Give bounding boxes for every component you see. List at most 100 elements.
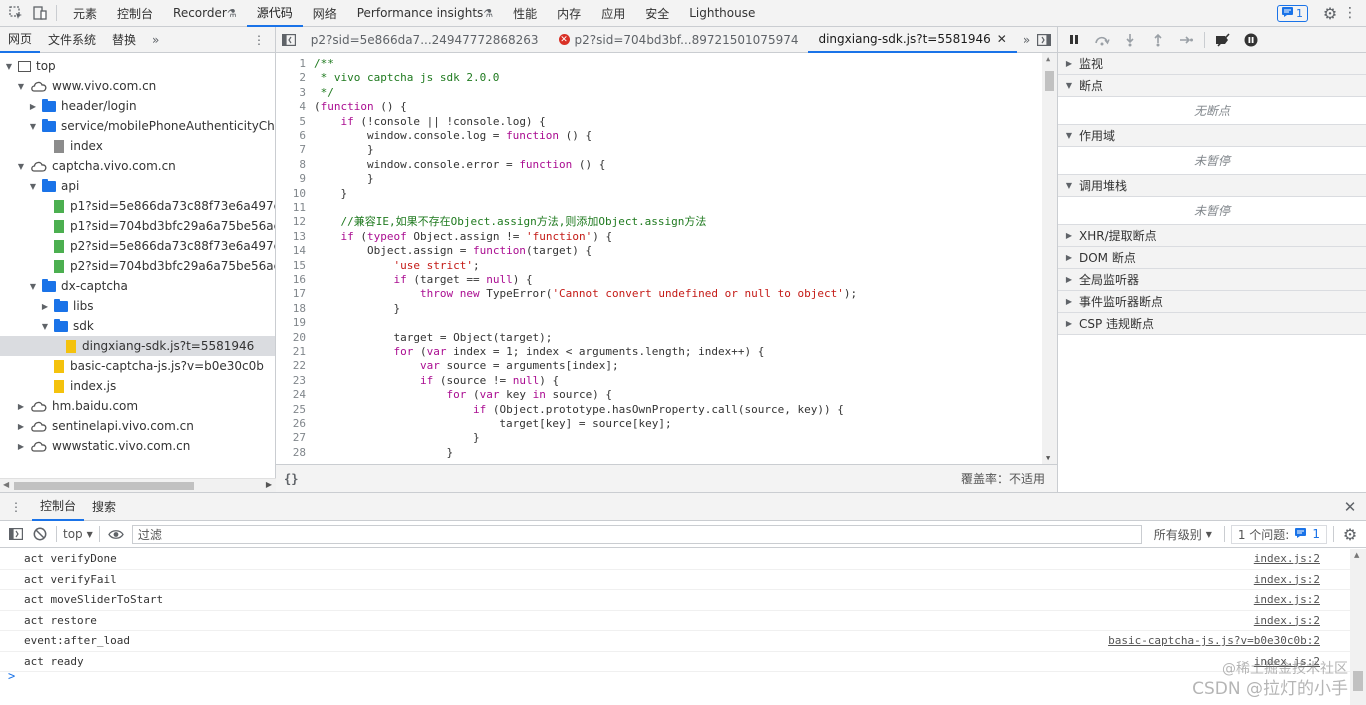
expanded-triangle-icon[interactable]: ▼: [4, 62, 14, 71]
step-into-icon[interactable]: [1120, 30, 1140, 50]
collapsed-triangle-icon[interactable]: ▶: [16, 402, 26, 411]
line-number[interactable]: 15: [276, 259, 314, 273]
settings-gear-icon[interactable]: ⚙: [1320, 3, 1340, 23]
panel-tab[interactable]: 应用: [591, 0, 635, 27]
console-message-source-link[interactable]: index.js:2: [1254, 552, 1320, 565]
panel-tab[interactable]: 元素: [63, 0, 107, 27]
collapsed-triangle-icon[interactable]: ▶: [16, 442, 26, 451]
debugger-section-header[interactable]: ▼ 作用域: [1058, 125, 1366, 147]
code-line[interactable]: 5 if (!console || !console.log) {: [276, 115, 1042, 129]
expanded-triangle-icon[interactable]: ▼: [28, 182, 38, 191]
line-number[interactable]: 13: [276, 230, 314, 244]
code-line[interactable]: 10 }: [276, 187, 1042, 201]
debugger-section-header[interactable]: ▶ 全局监听器: [1058, 269, 1366, 291]
line-number[interactable]: 21: [276, 345, 314, 359]
debugger-section-header[interactable]: ▶ 事件监听器断点: [1058, 291, 1366, 313]
debugger-section-header[interactable]: ▶ DOM 断点: [1058, 247, 1366, 269]
clear-console-icon[interactable]: [30, 524, 50, 544]
line-number[interactable]: 18: [276, 302, 314, 316]
code-line[interactable]: 27 }: [276, 431, 1042, 445]
line-number[interactable]: 6: [276, 129, 314, 143]
close-tab-icon[interactable]: ✕: [997, 32, 1007, 46]
line-number[interactable]: 8: [276, 158, 314, 172]
line-number[interactable]: 20: [276, 331, 314, 345]
close-drawer-icon[interactable]: ✕: [1340, 497, 1360, 517]
step-icon[interactable]: [1176, 30, 1196, 50]
line-number[interactable]: 1: [276, 57, 314, 71]
step-out-icon[interactable]: [1148, 30, 1168, 50]
issues-badge[interactable]: 1: [1277, 4, 1308, 22]
tab-filesystem[interactable]: 文件系统: [40, 27, 104, 53]
console-message-source-link[interactable]: index.js:2: [1254, 573, 1320, 586]
code-line[interactable]: 20 target = Object(target);: [276, 331, 1042, 345]
expanded-triangle-icon[interactable]: ▼: [28, 282, 38, 291]
toggle-debugger-icon[interactable]: [1036, 30, 1051, 50]
deactivate-breakpoints-icon[interactable]: [1213, 30, 1233, 50]
tree-item[interactable]: p1?sid=5e866da73c88f73e6a497ed7c5: [0, 196, 275, 216]
pause-resume-icon[interactable]: [1064, 30, 1084, 50]
expanded-triangle-icon[interactable]: ▼: [28, 122, 38, 131]
code-vertical-scrollbar[interactable]: ▲ ▼: [1042, 53, 1057, 464]
toggle-navigator-icon[interactable]: [282, 30, 297, 50]
panel-tab[interactable]: Recorder ⚗: [163, 0, 247, 27]
console-filter-input[interactable]: 过滤: [131, 524, 1142, 544]
tree-item[interactable]: ▼ service/mobilePhoneAuthenticityCheck: [0, 116, 275, 136]
line-number[interactable]: 28: [276, 446, 314, 460]
debugger-section-header[interactable]: ▶ XHR/提取断点: [1058, 225, 1366, 247]
line-number[interactable]: 11: [276, 201, 314, 215]
line-number[interactable]: 9: [276, 172, 314, 186]
tree-item[interactable]: dingxiang-sdk.js?t=5581946: [0, 336, 275, 356]
code-line[interactable]: 21 for (var index = 1; index < arguments…: [276, 345, 1042, 359]
line-number[interactable]: 2: [276, 71, 314, 85]
panel-tab[interactable]: 网络: [303, 0, 347, 27]
tree-item[interactable]: index.js: [0, 376, 275, 396]
console-message-source-link[interactable]: index.js:2: [1254, 593, 1320, 606]
console-vertical-scrollbar[interactable]: ▲: [1350, 549, 1366, 705]
line-number[interactable]: 22: [276, 359, 314, 373]
more-options-icon[interactable]: ⋮: [1340, 3, 1360, 23]
code-line[interactable]: 12 //兼容IE,如果不存在Object.assign方法,则添加Object…: [276, 215, 1042, 229]
scrollbar-thumb[interactable]: [1045, 71, 1054, 91]
line-number[interactable]: 3: [276, 86, 314, 100]
code-line[interactable]: 6 window.console.log = function () {: [276, 129, 1042, 143]
expanded-triangle-icon[interactable]: ▼: [40, 322, 50, 331]
navigator-horizontal-scrollbar[interactable]: ◀ ▶: [0, 478, 276, 492]
panel-tab[interactable]: Performance insights ⚗: [347, 0, 503, 27]
panel-tab[interactable]: 内存: [547, 0, 591, 27]
more-tabs-icon[interactable]: »: [144, 27, 167, 53]
debugger-section-header[interactable]: ▶ 监视: [1058, 53, 1366, 75]
scrollbar-thumb[interactable]: [14, 482, 194, 490]
line-number[interactable]: 23: [276, 374, 314, 388]
scroll-left-icon[interactable]: ◀: [3, 480, 9, 489]
code-line[interactable]: 1/**: [276, 57, 1042, 71]
code-line[interactable]: 19: [276, 316, 1042, 330]
step-over-icon[interactable]: [1092, 30, 1112, 50]
code-line[interactable]: 23 if (source != null) {: [276, 374, 1042, 388]
code-line[interactable]: 26 target[key] = source[key];: [276, 417, 1042, 431]
collapsed-triangle-icon[interactable]: ▶: [40, 302, 50, 311]
scroll-up-icon[interactable]: ▲: [1046, 55, 1050, 63]
code-line[interactable]: 25 if (Object.prototype.hasOwnProperty.c…: [276, 403, 1042, 417]
pause-on-exceptions-icon[interactable]: [1241, 30, 1261, 50]
tab-console[interactable]: 控制台: [32, 493, 85, 521]
context-selector[interactable]: top ▼: [63, 527, 93, 541]
line-number[interactable]: 16: [276, 273, 314, 287]
editor-tab[interactable]: ✕ p2?sid=704bd3bf...89721501075974: [549, 27, 809, 53]
code-area[interactable]: 1/** 2 * vivo captcha js sdk 2.0.0 3 */4 (f…: [276, 53, 1057, 464]
tree-item[interactable]: ▶ header/login: [0, 96, 275, 116]
console-prompt[interactable]: >: [8, 669, 15, 683]
panel-tab[interactable]: Lighthouse: [679, 0, 765, 27]
tree-item[interactable]: ▼ captcha.vivo.com.cn: [0, 156, 275, 176]
live-expression-eye-icon[interactable]: [106, 524, 126, 544]
tree-item[interactable]: ▶ hm.baidu.com: [0, 396, 275, 416]
tree-item[interactable]: p1?sid=704bd3bfc29a6a75be56ac19e: [0, 216, 275, 236]
line-number[interactable]: 27: [276, 431, 314, 445]
tree-item[interactable]: ▶ sentinelapi.vivo.com.cn: [0, 416, 275, 436]
tree-item[interactable]: index: [0, 136, 275, 156]
tree-item[interactable]: ▼ dx-captcha: [0, 276, 275, 296]
line-number[interactable]: 14: [276, 244, 314, 258]
line-number[interactable]: 4: [276, 100, 314, 114]
tree-item[interactable]: ▶ wwwstatic.vivo.com.cn: [0, 436, 275, 456]
tree-item[interactable]: ▼ top: [0, 56, 275, 76]
code-line[interactable]: 18 }: [276, 302, 1042, 316]
